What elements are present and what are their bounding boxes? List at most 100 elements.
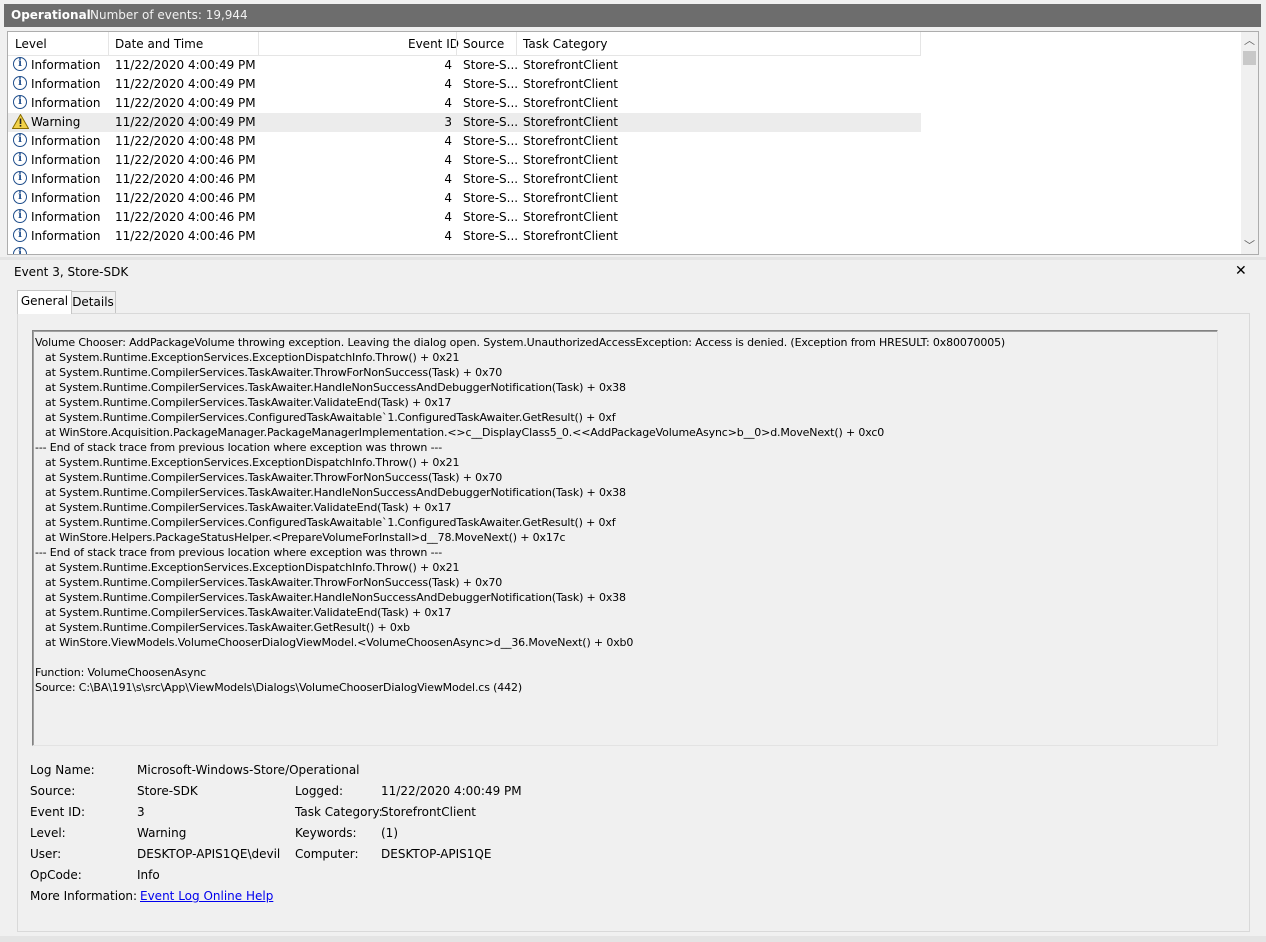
cell-date: 11/22/2020 4:00:49 PM	[115, 115, 256, 129]
level-value: Warning	[137, 826, 187, 840]
pane-splitter[interactable]	[0, 257, 1266, 260]
table-row[interactable]: i Information 11/22/2020 4:00:46 PM 4 Store-…	[8, 227, 921, 246]
task-category-label: Task Category:	[295, 805, 383, 819]
cell-date: 11/22/2020 4:00:49 PM	[115, 58, 256, 72]
info-icon: i	[13, 190, 27, 204]
column-header-level[interactable]: Level	[15, 37, 47, 51]
column-header-event-id[interactable]: Event ID	[408, 37, 459, 51]
info-icon: i	[13, 228, 27, 242]
table-row-partial[interactable]: i	[8, 246, 921, 254]
cell-task-category: StorefrontClient	[523, 58, 619, 72]
table-row[interactable]: i Information 11/22/2020 4:00:46 PM 4 Store-…	[8, 170, 921, 189]
table-row[interactable]: i Information 11/22/2020 4:00:49 PM 4 Store-…	[8, 56, 921, 75]
cell-level: Warning	[31, 115, 81, 129]
cell-source: Store-S...	[463, 172, 519, 186]
cell-date: 11/22/2020 4:00:46 PM	[115, 191, 256, 205]
table-row[interactable]: i Information 11/22/2020 4:00:46 PM 4 Store-…	[8, 208, 921, 227]
info-icon: i	[13, 209, 27, 223]
cell-source: Store-S...	[463, 153, 519, 167]
event-message-textbox[interactable]: Volume Chooser: AddPackageVolume throwin…	[32, 330, 1218, 746]
cell-source: Store-S...	[463, 210, 519, 224]
computer-label: Computer:	[295, 847, 359, 861]
keywords-value: (1)	[381, 826, 398, 840]
task-category-value: StorefrontClient	[381, 805, 477, 819]
tab-general[interactable]: General	[17, 290, 72, 314]
event-list-scrollbar[interactable]: ︿ ﹀	[1241, 32, 1258, 254]
event-id-label: Event ID:	[30, 805, 86, 819]
cell-level: Information	[31, 96, 101, 110]
warning-icon	[11, 113, 30, 129]
log-name-value: Microsoft-Windows-Store/Operational	[137, 763, 360, 777]
cell-level: Information	[31, 134, 101, 148]
column-header-source[interactable]: Source	[463, 37, 504, 51]
cell-date: 11/22/2020 4:00:48 PM	[115, 134, 256, 148]
user-value: DESKTOP-APIS1QE\devil	[137, 847, 281, 861]
cell-level: Information	[31, 210, 101, 224]
general-tab-panel: Volume Chooser: AddPackageVolume throwin…	[17, 313, 1250, 932]
cell-event-id: 4	[444, 191, 452, 205]
opcode-label: OpCode:	[30, 868, 82, 882]
cell-event-id: 4	[444, 210, 452, 224]
bottom-border	[0, 936, 1266, 942]
scroll-down-arrow-icon[interactable]: ﹀	[1241, 237, 1258, 254]
cell-event-id: 4	[444, 172, 452, 186]
cell-date: 11/22/2020 4:00:46 PM	[115, 172, 256, 186]
cell-task-category: StorefrontClient	[523, 96, 619, 110]
table-row[interactable]: i Information 11/22/2020 4:00:49 PM 4 Store-…	[8, 94, 921, 113]
cell-task-category: StorefrontClient	[523, 134, 619, 148]
source-value: Store-SDK	[137, 784, 198, 798]
cell-event-id: 4	[444, 96, 452, 110]
cell-level: Information	[31, 172, 101, 186]
info-icon: i	[13, 76, 27, 90]
event-list[interactable]: Level Date and Time Event ID Source Task…	[7, 31, 1259, 255]
cell-event-id: 4	[444, 77, 452, 91]
cell-source: Store-S...	[463, 115, 519, 129]
source-label: Source:	[30, 784, 76, 798]
cell-event-id: 4	[444, 229, 452, 243]
logged-value: 11/22/2020 4:00:49 PM	[381, 784, 522, 798]
event-id-value: 3	[137, 805, 145, 819]
logged-label: Logged:	[295, 784, 344, 798]
cell-event-id: 4	[444, 58, 452, 72]
user-label: User:	[30, 847, 62, 861]
table-row[interactable]: Warning 11/22/2020 4:00:49 PM 3 Store-S... S…	[8, 113, 921, 132]
opcode-value: Info	[137, 868, 160, 882]
cell-source: Store-S...	[463, 191, 519, 205]
cell-event-id: 4	[444, 153, 452, 167]
table-row[interactable]: i Information 11/22/2020 4:00:46 PM 4 Store-…	[8, 151, 921, 170]
cell-task-category: StorefrontClient	[523, 172, 619, 186]
info-icon: i	[13, 247, 27, 254]
info-icon: i	[13, 95, 27, 109]
cell-level: Information	[31, 153, 101, 167]
event-message-text: Volume Chooser: AddPackageVolume throwin…	[35, 336, 1006, 694]
cell-date: 11/22/2020 4:00:46 PM	[115, 153, 256, 167]
cell-event-id: 4	[444, 134, 452, 148]
table-row[interactable]: i Information 11/22/2020 4:00:46 PM 4 Store-…	[8, 189, 921, 208]
cell-task-category: StorefrontClient	[523, 210, 619, 224]
event-count: Number of events: 19,944	[90, 8, 248, 22]
close-icon[interactable]: ✕	[1235, 263, 1247, 279]
more-info-label: More Information:	[30, 889, 138, 903]
scrollbar-thumb[interactable]	[1243, 51, 1256, 65]
cell-task-category: StorefrontClient	[523, 153, 619, 167]
log-name-label: Log Name:	[30, 763, 95, 777]
cell-task-category: StorefrontClient	[523, 229, 619, 243]
info-icon: i	[13, 152, 27, 166]
cell-level: Information	[31, 77, 101, 91]
info-icon: i	[13, 171, 27, 185]
level-label: Level:	[30, 826, 66, 840]
scroll-up-arrow-icon[interactable]: ︿	[1241, 32, 1258, 49]
cell-event-id: 3	[444, 115, 452, 129]
cell-source: Store-S...	[463, 229, 519, 243]
column-header-task-category[interactable]: Task Category	[523, 37, 608, 51]
table-row[interactable]: i Information 11/22/2020 4:00:49 PM 4 Store-…	[8, 75, 921, 94]
tab-details[interactable]: Details	[70, 291, 116, 313]
table-row[interactable]: i Information 11/22/2020 4:00:48 PM 4 Store-…	[8, 132, 921, 151]
column-header-date[interactable]: Date and Time	[115, 37, 203, 51]
info-icon: i	[13, 57, 27, 71]
cell-date: 11/22/2020 4:00:49 PM	[115, 96, 256, 110]
cell-task-category: StorefrontClient	[523, 115, 619, 129]
event-log-online-help-link[interactable]: Event Log Online Help	[140, 889, 273, 903]
cell-date: 11/22/2020 4:00:49 PM	[115, 77, 256, 91]
cell-task-category: StorefrontClient	[523, 77, 619, 91]
